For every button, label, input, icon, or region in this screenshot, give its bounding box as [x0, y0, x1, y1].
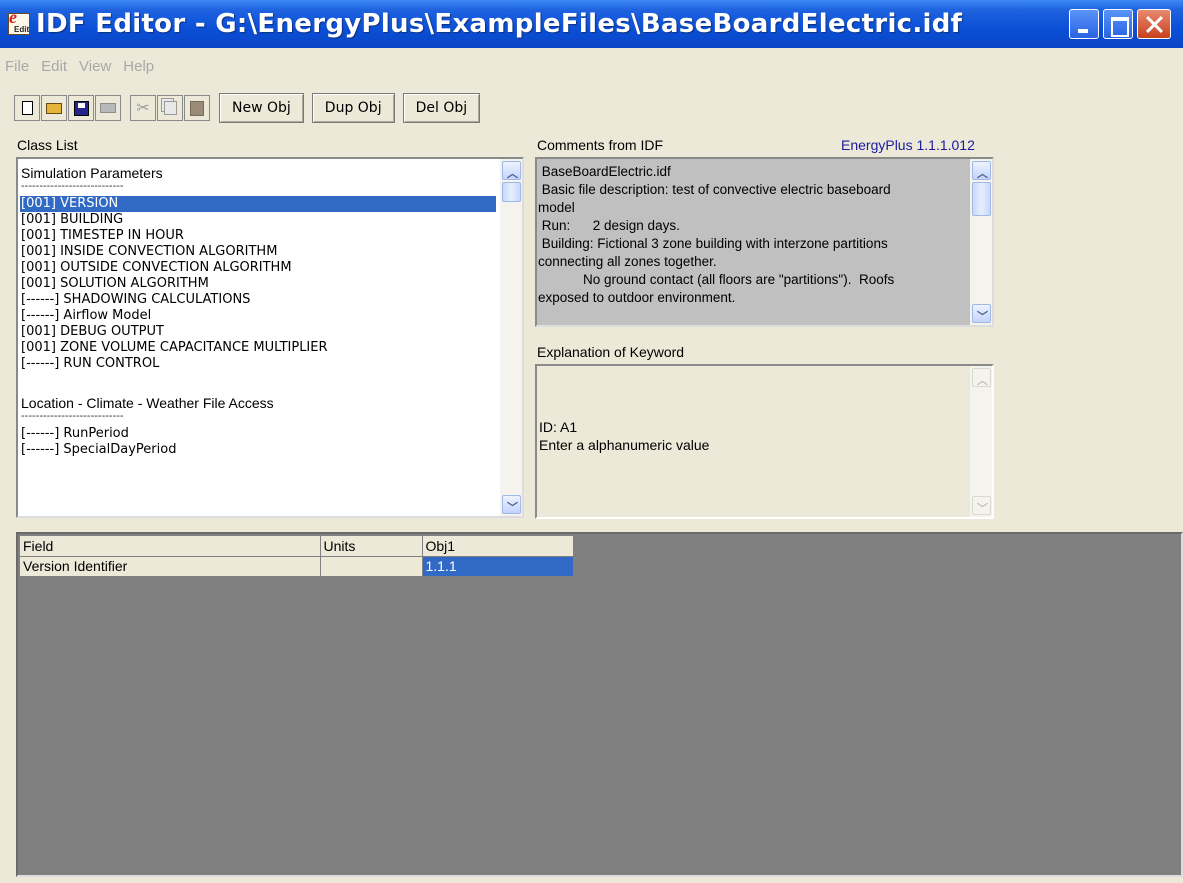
- grid-header-units: Units: [320, 536, 423, 557]
- scroll-up-button[interactable]: ︿: [502, 161, 521, 180]
- comment-line: Basic file description: test of convecti…: [538, 182, 891, 197]
- scroll-down-button[interactable]: ﹀: [972, 304, 991, 323]
- grid-cell-units: [320, 556, 423, 577]
- menu-file[interactable]: File: [0, 58, 36, 82]
- comments-scrollbar[interactable]: ︿ ﹀: [970, 159, 992, 325]
- class-list-separator: ----------------------------: [21, 180, 124, 192]
- class-list-item[interactable]: [001] TIMESTEP IN HOUR: [20, 228, 496, 244]
- app-icon-caption: Edit: [14, 25, 30, 34]
- comment-line: connecting all zones together.: [538, 254, 717, 269]
- class-list-item[interactable]: [------] SHADOWING CALCULATIONS: [20, 292, 496, 308]
- class-list-scrollbar[interactable]: ︿ ﹀: [500, 159, 522, 516]
- class-list-rows: Simulation Parameters -------------------…: [20, 163, 496, 458]
- class-list-separator: [20, 372, 496, 393]
- menu-bar: File Edit View Help: [0, 58, 161, 82]
- minimize-button[interactable]: [1069, 9, 1099, 39]
- comment-line: BaseBoardElectric.idf: [538, 164, 671, 179]
- comments-label: Comments from IDF: [537, 137, 664, 153]
- object-grid-area: Field Units Obj1 Version Identifier 1.1.…: [16, 532, 1183, 877]
- menu-view[interactable]: View: [74, 58, 118, 82]
- grid-cell-field: Version Identifier: [20, 556, 321, 577]
- copy-icon[interactable]: [157, 95, 183, 121]
- explanation-scrollbar: ︿ ﹀: [970, 366, 992, 517]
- open-folder-icon[interactable]: [41, 95, 67, 121]
- class-list-item[interactable]: [------] RUN CONTROL: [20, 356, 496, 372]
- explanation-label: Explanation of Keyword: [537, 344, 685, 360]
- toolbar: ✂ New Obj Dup Obj Del Obj: [14, 92, 488, 124]
- scroll-thumb[interactable]: [972, 182, 991, 216]
- chevron-down-icon: ﹀: [507, 501, 518, 514]
- grid-cell-value[interactable]: 1.1.1: [422, 556, 574, 577]
- chevron-down-icon: ﹀: [977, 310, 988, 323]
- comments-box[interactable]: BaseBoardElectric.idf Basic file descrip…: [535, 157, 994, 327]
- paste-icon[interactable]: [184, 95, 210, 121]
- explanation-box: ID: A1 Enter a alphanumeric value ︿ ﹀: [535, 364, 994, 519]
- class-list[interactable]: Simulation Parameters -------------------…: [16, 157, 524, 518]
- print-icon[interactable]: [95, 95, 121, 121]
- class-list-item[interactable]: [001] OUTSIDE CONVECTION ALGORITHM: [20, 260, 496, 276]
- table-row: Version Identifier 1.1.1: [20, 556, 574, 577]
- class-list-item[interactable]: [001] INSIDE CONVECTION ALGORITHM: [20, 244, 496, 260]
- class-list-item[interactable]: [------] SpecialDayPeriod: [20, 442, 496, 458]
- class-list-item[interactable]: [001] BUILDING: [20, 212, 496, 228]
- new-file-icon[interactable]: [14, 95, 40, 121]
- new-obj-button[interactable]: New Obj: [219, 93, 304, 123]
- menu-edit[interactable]: Edit: [36, 58, 74, 82]
- title-bar: e Edit IDF Editor - G:\EnergyPlus\Exampl…: [0, 0, 1183, 48]
- class-list-item[interactable]: [001] ZONE VOLUME CAPACITANCE MULTIPLIER: [20, 340, 496, 356]
- chevron-down-icon: ﹀: [977, 502, 988, 515]
- comment-line: Run: 2 design days.: [538, 218, 680, 233]
- scroll-down-button[interactable]: ﹀: [502, 495, 521, 514]
- version-label: EnergyPlus 1.1.1.012: [841, 137, 975, 153]
- comment-line: Building: Fictional 3 zone building with…: [538, 236, 888, 251]
- save-disk-icon[interactable]: [68, 95, 94, 121]
- dup-obj-button[interactable]: Dup Obj: [311, 93, 395, 123]
- grid-header-obj1[interactable]: Obj1: [422, 536, 574, 557]
- explanation-line: ID: A1: [539, 419, 578, 435]
- window-bottom-edge: [0, 877, 1183, 883]
- comment-line: model: [538, 200, 575, 215]
- class-list-label: Class List: [17, 137, 78, 153]
- chevron-up-icon: ︿: [507, 167, 518, 180]
- explanation-line: Enter a alphanumeric value: [539, 437, 710, 453]
- comments-text: BaseBoardElectric.idf Basic file descrip…: [538, 163, 968, 307]
- explanation-text: ID: A1 Enter a alphanumeric value: [539, 418, 709, 454]
- class-list-item[interactable]: [------] Airflow Model: [20, 308, 496, 324]
- class-list-item[interactable]: [001] SOLUTION ALGORITHM: [20, 276, 496, 292]
- menu-help[interactable]: Help: [118, 58, 161, 82]
- object-grid: Field Units Obj1 Version Identifier 1.1.…: [20, 536, 574, 577]
- grid-header-row: Field Units Obj1: [20, 536, 574, 557]
- class-list-item[interactable]: [------] RunPeriod: [20, 426, 496, 442]
- chevron-up-icon: ︿: [977, 374, 988, 387]
- window-title: IDF Editor - G:\EnergyPlus\ExampleFiles\…: [36, 9, 963, 39]
- close-button[interactable]: [1137, 9, 1171, 39]
- comment-line: exposed to outdoor environment.: [538, 290, 736, 305]
- app-icon[interactable]: e Edit: [6, 7, 32, 37]
- scroll-down-button: ﹀: [972, 496, 991, 515]
- scroll-up-button[interactable]: ︿: [972, 161, 991, 180]
- scroll-thumb[interactable]: [502, 182, 521, 202]
- class-list-separator: ----------------------------: [21, 410, 124, 422]
- grid-header-field: Field: [20, 536, 321, 557]
- class-list-item[interactable]: [001] VERSION: [20, 196, 496, 212]
- maximize-button[interactable]: [1103, 9, 1133, 39]
- class-list-item[interactable]: [001] DEBUG OUTPUT: [20, 324, 496, 340]
- del-obj-button[interactable]: Del Obj: [402, 93, 481, 123]
- comment-line: No ground contact (all floors are "parti…: [538, 272, 895, 287]
- cut-icon[interactable]: ✂: [130, 95, 156, 121]
- chevron-up-icon: ︿: [977, 167, 988, 180]
- scroll-up-button: ︿: [972, 368, 991, 387]
